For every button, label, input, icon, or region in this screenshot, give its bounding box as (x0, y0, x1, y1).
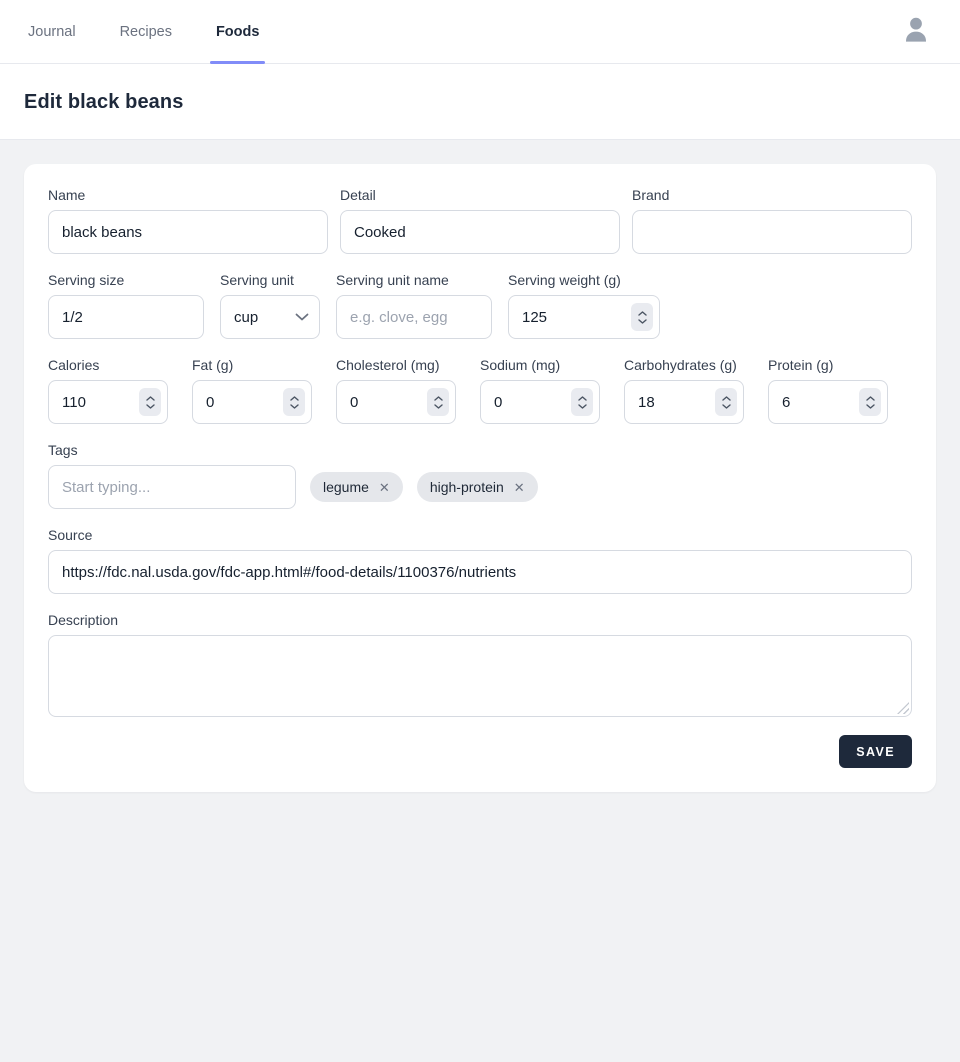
row-identity: Name Detail Brand (48, 187, 912, 254)
calories-label: Calories (48, 357, 168, 373)
field-serving-unit: Serving unit cup (220, 272, 320, 339)
tags-input[interactable] (48, 465, 296, 509)
tags-line: legume ✕ high-protein ✕ (48, 465, 912, 509)
source-input[interactable] (48, 550, 912, 594)
title-bar: Edit black beans (0, 64, 960, 140)
close-icon[interactable]: ✕ (379, 481, 390, 494)
detail-label: Detail (340, 187, 620, 203)
field-name: Name (48, 187, 328, 254)
serving-weight-label: Serving weight (g) (508, 272, 660, 288)
main-content: Name Detail Brand Serving size Serving u… (0, 140, 960, 816)
close-icon[interactable]: ✕ (514, 481, 525, 494)
field-detail: Detail (340, 187, 620, 254)
serving-size-input[interactable] (48, 295, 204, 339)
name-label: Name (48, 187, 328, 203)
description-label: Description (48, 612, 912, 628)
fat-wrap (192, 380, 312, 424)
cholesterol-label: Cholesterol (mg) (336, 357, 456, 373)
sodium-label: Sodium (mg) (480, 357, 600, 373)
brand-label: Brand (632, 187, 912, 203)
field-sodium: Sodium (mg) (480, 357, 600, 424)
serving-unit-name-input[interactable] (336, 295, 492, 339)
row-description: Description (48, 612, 912, 717)
active-tab-underline (210, 61, 266, 64)
tab-journal[interactable]: Journal (28, 0, 76, 63)
serving-size-label: Serving size (48, 272, 204, 288)
protein-wrap (768, 380, 888, 424)
page-title: Edit black beans (24, 91, 936, 114)
row-source: Source (48, 527, 912, 594)
serving-unit-label: Serving unit (220, 272, 320, 288)
tab-foods[interactable]: Foods (216, 0, 260, 63)
row-tags: Tags legume ✕ high-protein ✕ (48, 442, 912, 509)
field-calories: Calories (48, 357, 168, 424)
row-nutrients: Calories Fat (g) (48, 357, 912, 424)
field-serving-weight: Serving weight (g) (508, 272, 660, 339)
description-textarea[interactable] (48, 635, 912, 717)
tab-recipes[interactable]: Recipes (120, 0, 172, 63)
tag-pill-label: legume (323, 479, 369, 495)
calories-wrap (48, 380, 168, 424)
person-icon (900, 13, 932, 50)
save-row: SAVE (48, 735, 912, 768)
save-button[interactable]: SAVE (839, 735, 912, 768)
spinner-up-down-icon[interactable] (715, 388, 737, 416)
carbohydrates-wrap (624, 380, 744, 424)
serving-unit-select[interactable]: cup (220, 295, 320, 339)
edit-food-card: Name Detail Brand Serving size Serving u… (24, 164, 936, 792)
spinner-up-down-icon[interactable] (427, 388, 449, 416)
spinner-up-down-icon[interactable] (139, 388, 161, 416)
serving-weight-wrap (508, 295, 660, 339)
tags-label: Tags (48, 442, 912, 458)
tag-pill: high-protein ✕ (417, 472, 538, 502)
top-nav: Journal Recipes Foods (0, 0, 960, 64)
tag-pill-label: high-protein (430, 479, 504, 495)
detail-input[interactable] (340, 210, 620, 254)
source-label: Source (48, 527, 912, 543)
tab-recipes-label: Recipes (120, 24, 172, 40)
description-wrap (48, 635, 912, 717)
cholesterol-wrap (336, 380, 456, 424)
field-serving-size: Serving size (48, 272, 204, 339)
field-brand: Brand (632, 187, 912, 254)
spinner-up-down-icon[interactable] (859, 388, 881, 416)
field-protein: Protein (g) (768, 357, 888, 424)
avatar[interactable] (900, 0, 932, 63)
name-input[interactable] (48, 210, 328, 254)
tag-pill: legume ✕ (310, 472, 403, 502)
tab-foods-label: Foods (216, 24, 260, 40)
sodium-wrap (480, 380, 600, 424)
field-fat: Fat (g) (192, 357, 312, 424)
carbohydrates-label: Carbohydrates (g) (624, 357, 744, 373)
fat-label: Fat (g) (192, 357, 312, 373)
spinner-up-down-icon[interactable] (283, 388, 305, 416)
row-serving: Serving size Serving unit cup Se (48, 272, 912, 339)
serving-unit-select-wrap: cup (220, 295, 320, 339)
brand-input[interactable] (632, 210, 912, 254)
field-serving-unit-name: Serving unit name (336, 272, 492, 339)
serving-unit-name-label: Serving unit name (336, 272, 492, 288)
field-carbohydrates: Carbohydrates (g) (624, 357, 744, 424)
spinner-up-down-icon[interactable] (631, 303, 653, 331)
field-cholesterol: Cholesterol (mg) (336, 357, 456, 424)
spinner-up-down-icon[interactable] (571, 388, 593, 416)
tab-journal-label: Journal (28, 24, 76, 40)
protein-label: Protein (g) (768, 357, 888, 373)
nav-tabs: Journal Recipes Foods (28, 0, 259, 63)
